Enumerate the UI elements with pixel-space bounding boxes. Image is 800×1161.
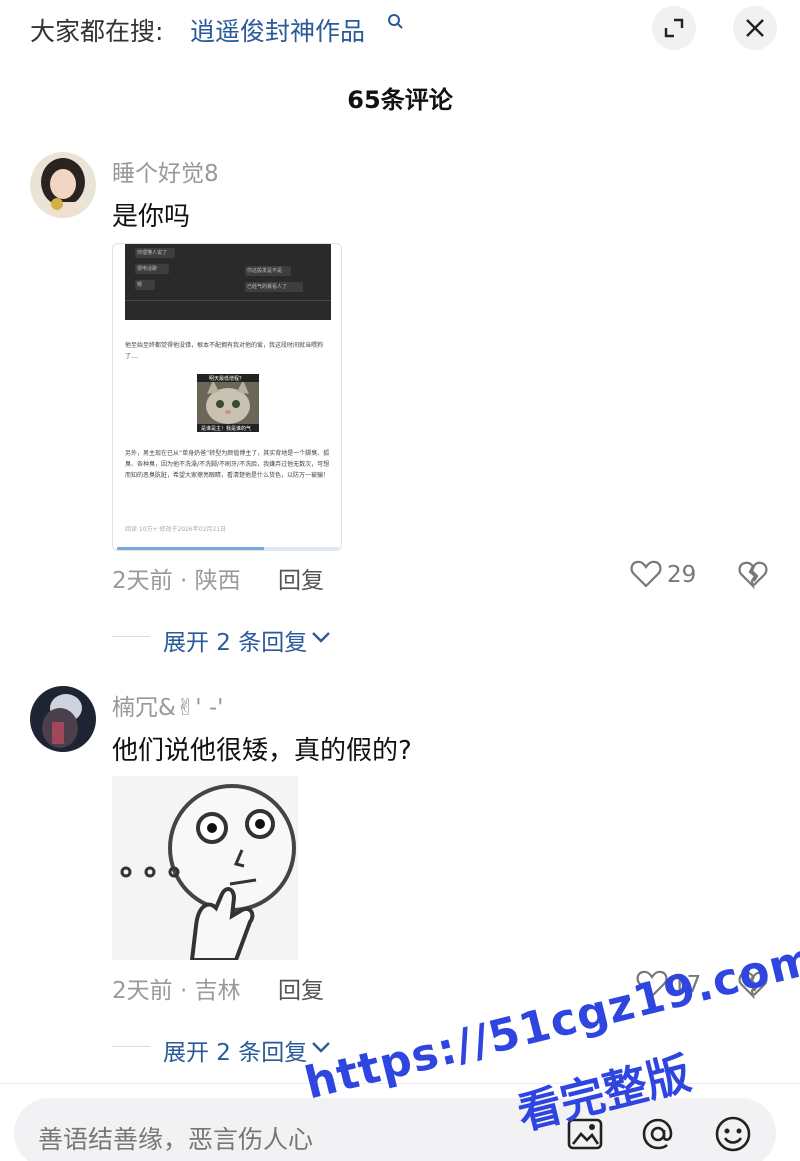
image-footer: 阅读 10万+ 修改于2026年02月21日 <box>125 526 227 533</box>
chat-line: 很电话聊 <box>137 266 158 272</box>
search-prefix: 大家都在搜: <box>30 17 164 46</box>
comment-text: 是你吗 <box>112 202 191 232</box>
comment-time-location: 2天前 · 陕西 <box>112 568 241 594</box>
expand-icon <box>664 18 684 38</box>
avatar[interactable] <box>30 686 96 752</box>
reply-button[interactable]: 回复 <box>278 971 324 1005</box>
broken-heart-icon[interactable] <box>738 559 768 589</box>
chat-screenshot: 你理懂人说了 很电话聊 嗯 你这般发是不是 已经气的暴看人了 <box>125 244 331 320</box>
close-icon <box>746 19 764 37</box>
heart-icon[interactable] <box>630 559 662 589</box>
meme-caption: 明天最低增程？ <box>209 376 245 382</box>
avatar[interactable] <box>30 152 96 218</box>
image-scroll-progress <box>117 547 339 550</box>
comment-input-placeholder[interactable]: 善语结善缘，恶言伤人心 <box>38 1120 313 1156</box>
expand-replies-button[interactable]: 展开 2 条回复 <box>163 1033 307 1067</box>
comment-time-location: 2天前 · 吉林 <box>112 978 241 1004</box>
username[interactable]: 楠冗&✌' -' <box>112 688 223 722</box>
at-icon[interactable] <box>638 1114 678 1154</box>
meme-caption: 是谁是主！我是谁的气足？ <box>201 426 252 439</box>
comment-text: 他们说他很矮，真的假的? <box>112 736 412 766</box>
chat-line: 嗯 <box>137 282 143 288</box>
like-count: 29 <box>667 562 697 588</box>
close-button[interactable] <box>733 6 777 50</box>
search-term-link[interactable]: 逍遥俊封神作品 <box>190 12 365 48</box>
reply-button[interactable]: 回复 <box>278 561 324 595</box>
username[interactable]: 睡个好觉8 <box>112 154 219 188</box>
sticker-image[interactable] <box>112 776 298 960</box>
chat-line: 你这般发是不是 <box>247 268 283 274</box>
divider-line <box>112 1046 150 1047</box>
emoji-icon[interactable] <box>713 1114 753 1154</box>
search-icon[interactable] <box>386 12 406 32</box>
top-search-bar: 大家都在搜: 逍遥俊封神作品 <box>0 0 800 60</box>
cat-meme: 明天最低增程？ 是谁是主！我是谁的气足？ <box>197 374 259 439</box>
progress-fill <box>117 547 264 550</box>
expand-button[interactable] <box>652 6 696 50</box>
image-paragraph: 他至始至终都觉得他没错，根本不配拥有我对他的爱，我这段时间就当喂狗了.... <box>125 342 324 360</box>
divider-line <box>112 636 150 637</box>
comment-sheet: 大家都在搜: 逍遥俊封神作品 65条评论 睡个好觉8 是你吗 你理懂人说了 很电… <box>0 0 800 1161</box>
chevron-down-icon[interactable] <box>311 630 331 644</box>
image-paragraph: 另外，男主现在已从“单身奶爸”转型为颜值博主了，其实背地是一个脚臭、狐臭、各种臭… <box>125 450 330 479</box>
expand-replies-button[interactable]: 展开 2 条回复 <box>163 623 307 657</box>
chat-line: 已经气的暴看人了 <box>247 284 288 290</box>
comment-count-title: 65条评论 <box>347 86 453 114</box>
comment-image[interactable]: 你理懂人说了 很电话聊 嗯 你这般发是不是 已经气的暴看人了 他至始至终都觉得他… <box>112 243 342 551</box>
chat-line: 你理懂人说了 <box>137 250 168 256</box>
